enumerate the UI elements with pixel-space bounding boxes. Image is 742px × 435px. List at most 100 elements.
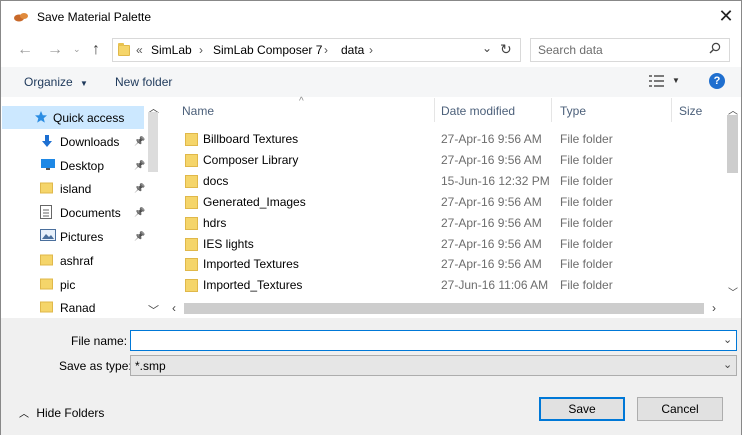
file-type: File folder (560, 215, 613, 230)
documents-icon (40, 205, 52, 222)
file-date: 27-Apr-16 9:56 AM (441, 215, 542, 230)
breadcrumb-simlab-composer-7[interactable]: SimLab Composer 7 (213, 43, 322, 57)
folder-icon (185, 237, 198, 254)
breadcrumb-data[interactable]: data (341, 43, 364, 57)
sidebar-item-downloads[interactable]: Downloads 📌 (2, 130, 160, 153)
chevron-down-icon: ⌄ (482, 41, 493, 55)
file-name: IES lights (203, 236, 254, 251)
file-row[interactable]: Billboard Textures 27-Apr-16 9:56 AM File … (164, 129, 724, 149)
folder-icon (185, 153, 198, 170)
sidebar-item-ranad[interactable]: Ranad (2, 296, 160, 319)
sidebar-item-label: Downloads (60, 134, 120, 149)
folder-icon (40, 181, 53, 197)
file-type: File folder (560, 278, 613, 293)
refresh-button[interactable]: ↻ (500, 41, 512, 58)
chevron-down-icon: ⌄ (723, 334, 733, 346)
folder-icon (118, 43, 130, 56)
file-row[interactable]: Imported_Textures 27-Jun-16 11:06 AM File … (164, 275, 724, 295)
hide-folders-button[interactable]: ︿ Hide Folders (19, 405, 104, 420)
file-name: Imported Textures (203, 257, 299, 272)
folder-icon (185, 132, 198, 149)
file-row[interactable]: Composer Library 27-Apr-16 9:56 AM File fo… (164, 150, 724, 170)
file-date: 27-Apr-16 9:56 AM (441, 236, 542, 251)
scrollbar-thumb[interactable] (148, 112, 158, 172)
sidebar-item-desktop[interactable]: Desktop 📌 (2, 154, 160, 177)
save-as-type-select[interactable]: *.smp ⌄ (130, 355, 737, 376)
file-type: File folder (560, 152, 613, 167)
file-row[interactable]: docs 15-Jun-16 12:32 PM File folder (164, 171, 724, 191)
new-folder-button[interactable]: New folder (115, 75, 172, 89)
sidebar-item-ashraf[interactable]: ashraf (2, 249, 160, 272)
search-input[interactable]: Search data (538, 43, 603, 57)
sidebar-item-quick-access[interactable]: Quick access (2, 106, 144, 129)
folder-icon (40, 277, 53, 293)
save-button[interactable]: Save (539, 397, 625, 421)
search-box[interactable]: Search data (530, 38, 730, 62)
save-as-type-value: *.smp (135, 359, 166, 373)
breadcrumb-simlab[interactable]: SimLab (151, 43, 192, 57)
file-row[interactable]: Imported Textures 27-Apr-16 9:56 AM File f… (164, 254, 724, 274)
up-button[interactable]: ↑ (92, 41, 100, 59)
sidebar-item-label: island (60, 182, 92, 197)
organize-menu[interactable]: Organize ▼ (24, 75, 88, 89)
file-row[interactable]: Generated_Images 27-Apr-16 9:56 AM File fo… (164, 192, 724, 212)
sidebar-item-label: Documents (60, 206, 121, 221)
file-list-vscroll[interactable]: ︿ ﹀ (724, 98, 741, 299)
app-icon (13, 11, 29, 22)
chevron-down-icon: ⌄ (73, 44, 81, 54)
star-icon (34, 110, 48, 127)
file-type: File folder (560, 236, 613, 251)
column-header-date[interactable]: Date modified (441, 104, 515, 118)
forward-button[interactable]: → (47, 42, 63, 58)
file-type: File folder (560, 173, 613, 188)
save-dialog: Save Material Palette ✕ ← → ⌄ ↑ « SimLab… (0, 0, 742, 435)
file-name-field[interactable]: ⌄ (130, 330, 737, 351)
back-button[interactable]: ← (17, 42, 33, 58)
view-options-button[interactable]: ▼ (649, 74, 683, 90)
recent-locations-button[interactable]: ⌄ (73, 44, 81, 55)
chevron-down-icon: ﹀ (148, 305, 159, 317)
sidebar-item-label: Quick access (53, 111, 125, 125)
caret-down-icon: ▼ (672, 76, 680, 85)
file-row[interactable]: IES lights 27-Apr-16 9:56 AM File folder (164, 234, 724, 254)
column-header-name[interactable]: Name (182, 104, 214, 118)
scrollbar-thumb[interactable] (727, 115, 738, 173)
nav-scrollbar[interactable]: ︿ ﹀ (145, 98, 161, 318)
caret-down-icon: ▼ (80, 79, 88, 88)
column-header-type[interactable]: Type (560, 104, 586, 118)
chevron-right-icon: › (712, 301, 716, 315)
file-date: 27-Apr-16 9:56 AM (441, 257, 542, 272)
chevron-down-icon: ﹀ (728, 288, 738, 299)
sidebar-item-label: Desktop (60, 158, 105, 173)
cancel-button[interactable]: Cancel (637, 397, 723, 421)
file-date: 27-Apr-16 9:56 AM (441, 194, 542, 209)
file-name: docs (203, 173, 229, 188)
file-list-hscroll[interactable]: ‹ › (164, 299, 741, 318)
help-button[interactable]: ? (709, 73, 725, 89)
column-header-size[interactable]: Size (679, 104, 702, 118)
organize-label: Organize (24, 75, 73, 89)
sidebar-item-label: Ranad (60, 301, 96, 316)
address-bar[interactable]: « SimLab › SimLab Composer 7 › data › ⌄ … (112, 38, 521, 62)
command-bar: Organize ▼ New folder ▼ ? (1, 67, 741, 97)
column-divider (551, 98, 552, 122)
file-type: File folder (560, 257, 613, 272)
pictures-icon (40, 229, 56, 244)
close-button[interactable]: ✕ (715, 5, 737, 27)
file-list: ^ Name Date modified Type Size Billboard… (164, 96, 741, 318)
refresh-icon: ↻ (500, 41, 512, 57)
file-date: 15-Jun-16 12:32 PM (441, 173, 550, 188)
file-row[interactable]: hdrs 27-Apr-16 9:56 AM File folder (164, 213, 724, 233)
sidebar-item-island[interactable]: island 📌 (2, 177, 160, 200)
pin-icon: 📌 (134, 135, 146, 146)
sidebar-item-label: ashraf (60, 253, 94, 268)
file-type: File folder (560, 132, 613, 146)
sidebar-item-pic[interactable]: pic (2, 273, 160, 296)
address-history-dropdown[interactable]: ⌄ (482, 41, 492, 55)
search-icon (709, 42, 721, 57)
address-overflow-chevron[interactable]: « (136, 43, 143, 57)
window-title: Save Material Palette (37, 10, 152, 24)
sidebar-item-documents[interactable]: Documents 📌 (2, 201, 160, 224)
scrollbar-thumb[interactable] (184, 303, 704, 314)
sidebar-item-pictures[interactable]: Pictures 📌 (2, 225, 160, 248)
